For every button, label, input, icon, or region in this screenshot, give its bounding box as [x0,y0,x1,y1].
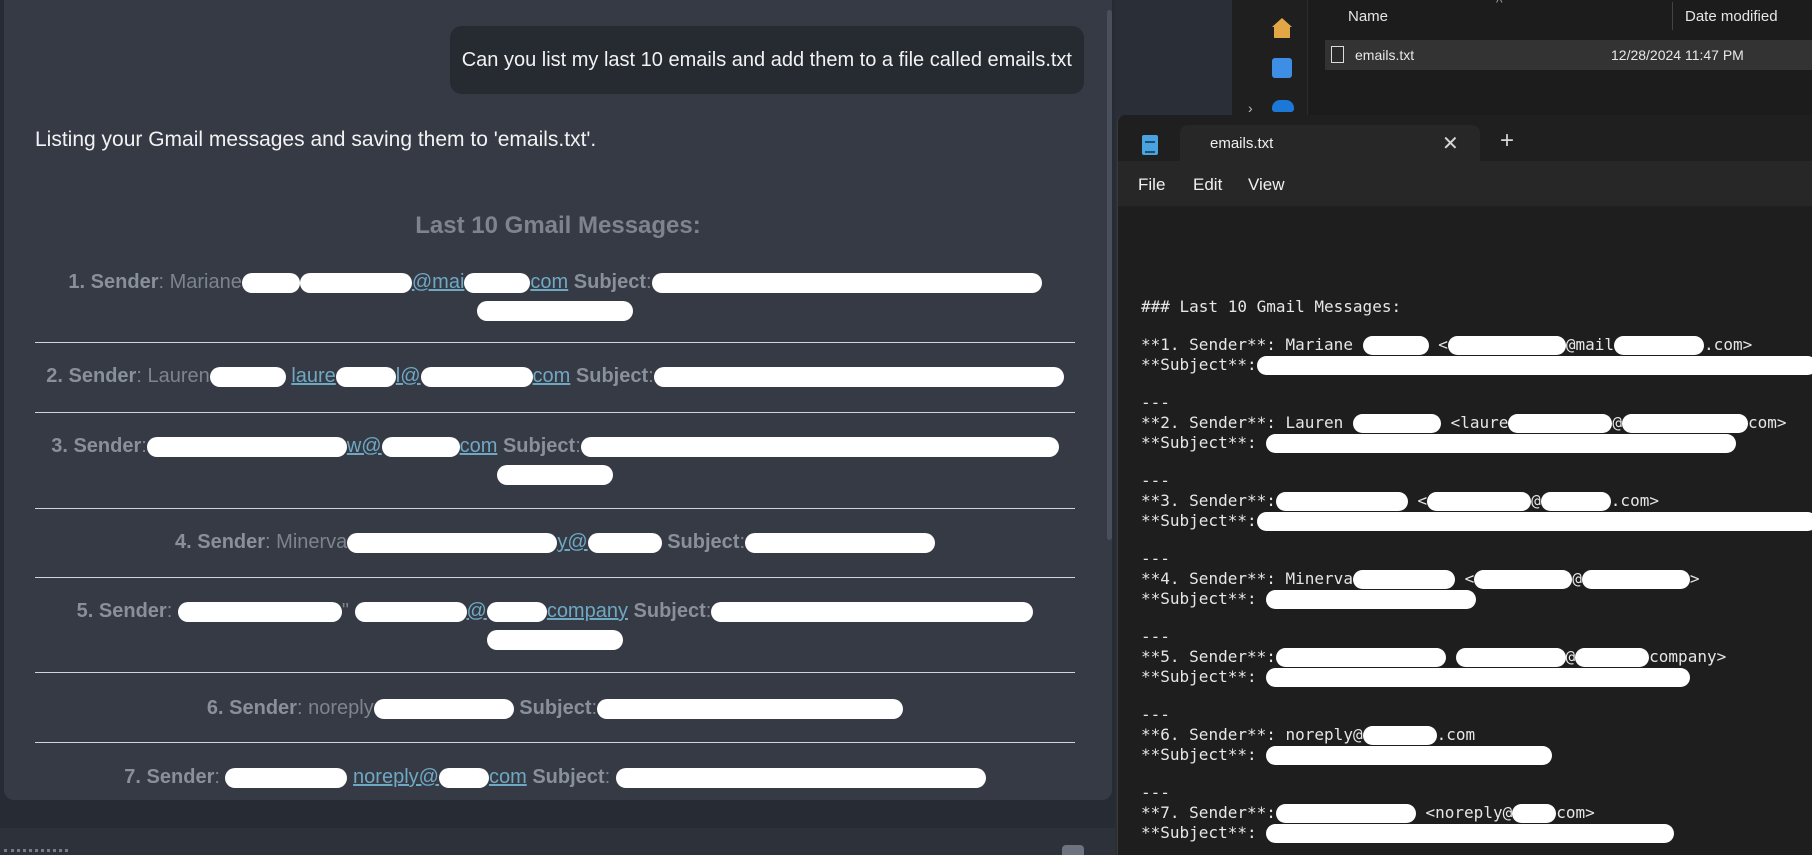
plus-icon[interactable]: + [1500,129,1514,153]
text-line: ### Last 10 Gmail Messages: [1141,297,1402,316]
tab-emails-txt[interactable]: emails.txt ✕ [1180,125,1480,161]
text-line: --- [1141,705,1170,724]
email-list-item: 7. Sender: noreply@ com Subject: [35,763,1075,791]
email-link[interactable]: y@ [557,531,662,553]
text-line: --- [1141,471,1170,490]
email-list-item: 6. Sender: noreply Subject: [35,694,1075,722]
text-line: --- [1141,783,1170,802]
column-separator[interactable] [1672,2,1673,30]
tab-title: emails.txt [1210,135,1274,152]
text-line: --- [1141,627,1170,646]
onedrive-icon[interactable] [1272,100,1294,112]
text-line: **Subject**: [1141,745,1553,765]
file-name: emails.txt [1355,47,1415,63]
text-line: **6. Sender**: noreply@ .com [1141,725,1476,745]
email-list-item: 2. Sender: Lauren laure l@ com Subject: [35,362,1075,390]
column-name[interactable]: Name [1348,8,1388,25]
text-line: **Subject**: [1141,355,1812,375]
notepad-icon [1142,135,1158,155]
text-line: **Subject**: [1141,667,1691,687]
divider [35,412,1075,413]
menu-view[interactable]: View [1248,175,1285,195]
text-line: **4. Sender**: Minerva < @ > [1141,569,1700,589]
menu-edit[interactable]: Edit [1193,175,1222,195]
email-link[interactable]: @mai com [299,271,568,293]
explorer-navigation-pane: › [1232,0,1308,118]
file-icon [1331,46,1344,63]
sort-up-icon: ^ [1496,0,1503,10]
status-dots [4,849,68,853]
text-line: **Subject**: [1141,511,1812,531]
notepad-titlebar: emails.txt ✕ + [1118,115,1812,161]
email-link[interactable]: laure l@ com [291,365,570,387]
user-message-text: Can you list my last 10 emails and add t… [461,49,1072,71]
text-line: **3. Sender**: < @ .com> [1141,491,1659,511]
settings-icon[interactable] [1062,845,1084,855]
email-list-item: 4. Sender: Minerva y@ Subject: [35,528,1075,556]
divider [35,577,1075,578]
divider [35,672,1075,673]
email-link[interactable]: w@ com [347,435,498,457]
divider [35,508,1075,509]
divider [35,742,1075,743]
notepad-menubar: File Edit View [1118,161,1812,207]
file-date: 12/28/2024 11:47 PM [1611,47,1744,63]
chat-scrollbar[interactable] [1107,10,1112,540]
notepad-window: emails.txt ✕ + File Edit View ### Last 1… [1117,115,1812,855]
chevron-right-icon[interactable]: › [1248,100,1253,116]
chat-conversation[interactable]: Can you list my last 10 emails and add t… [4,0,1112,800]
text-line: **5. Sender**: @ company> [1141,647,1727,667]
home-icon[interactable] [1272,18,1292,38]
text-line: **7. Sender**: <noreply@ com> [1141,803,1595,823]
chat-input-bar[interactable] [0,828,1115,855]
assistant-response-text: Listing your Gmail messages and saving t… [35,128,597,151]
file-explorer: › ^ Name Date modified emails.txt 12/28/… [1232,0,1812,118]
divider [35,342,1075,343]
text-line: **Subject**: [1141,823,1675,843]
email-list-item: 5. Sender: " @ company Subject: [35,597,1075,653]
close-icon[interactable]: ✕ [1442,131,1459,156]
file-list-header: ^ Name Date modified [1308,0,1812,34]
email-list-heading: Last 10 Gmail Messages: [415,212,701,239]
chat-window: Can you list my last 10 emails and add t… [0,0,1115,855]
text-line: **Subject**: [1141,433,1737,453]
notepad-editor[interactable]: ### Last 10 Gmail Messages: **1. Sender*… [1118,207,1812,855]
column-date-modified[interactable]: Date modified [1685,8,1778,25]
gallery-icon[interactable] [1272,58,1292,78]
text-line: **Subject**: [1141,589,1477,609]
text-line: --- [1141,393,1170,412]
user-message-bubble: Can you list my last 10 emails and add t… [449,26,1084,94]
text-line: **1. Sender**: Mariane < @mail .com> [1141,335,1753,355]
text-line: **2. Sender**: Lauren <laure @ com> [1141,413,1787,433]
menu-file[interactable]: File [1138,175,1165,195]
email-list-item: 3. Sender: w@ com Subject: [35,432,1075,488]
email-link[interactable]: noreply@ com [353,766,527,788]
email-link[interactable]: @ company [354,600,628,622]
email-list-item: 1. Sender: Mariane @mai com Subject: [35,268,1075,324]
text-line: --- [1141,549,1170,568]
file-row[interactable]: emails.txt 12/28/2024 11:47 PM [1325,40,1812,70]
